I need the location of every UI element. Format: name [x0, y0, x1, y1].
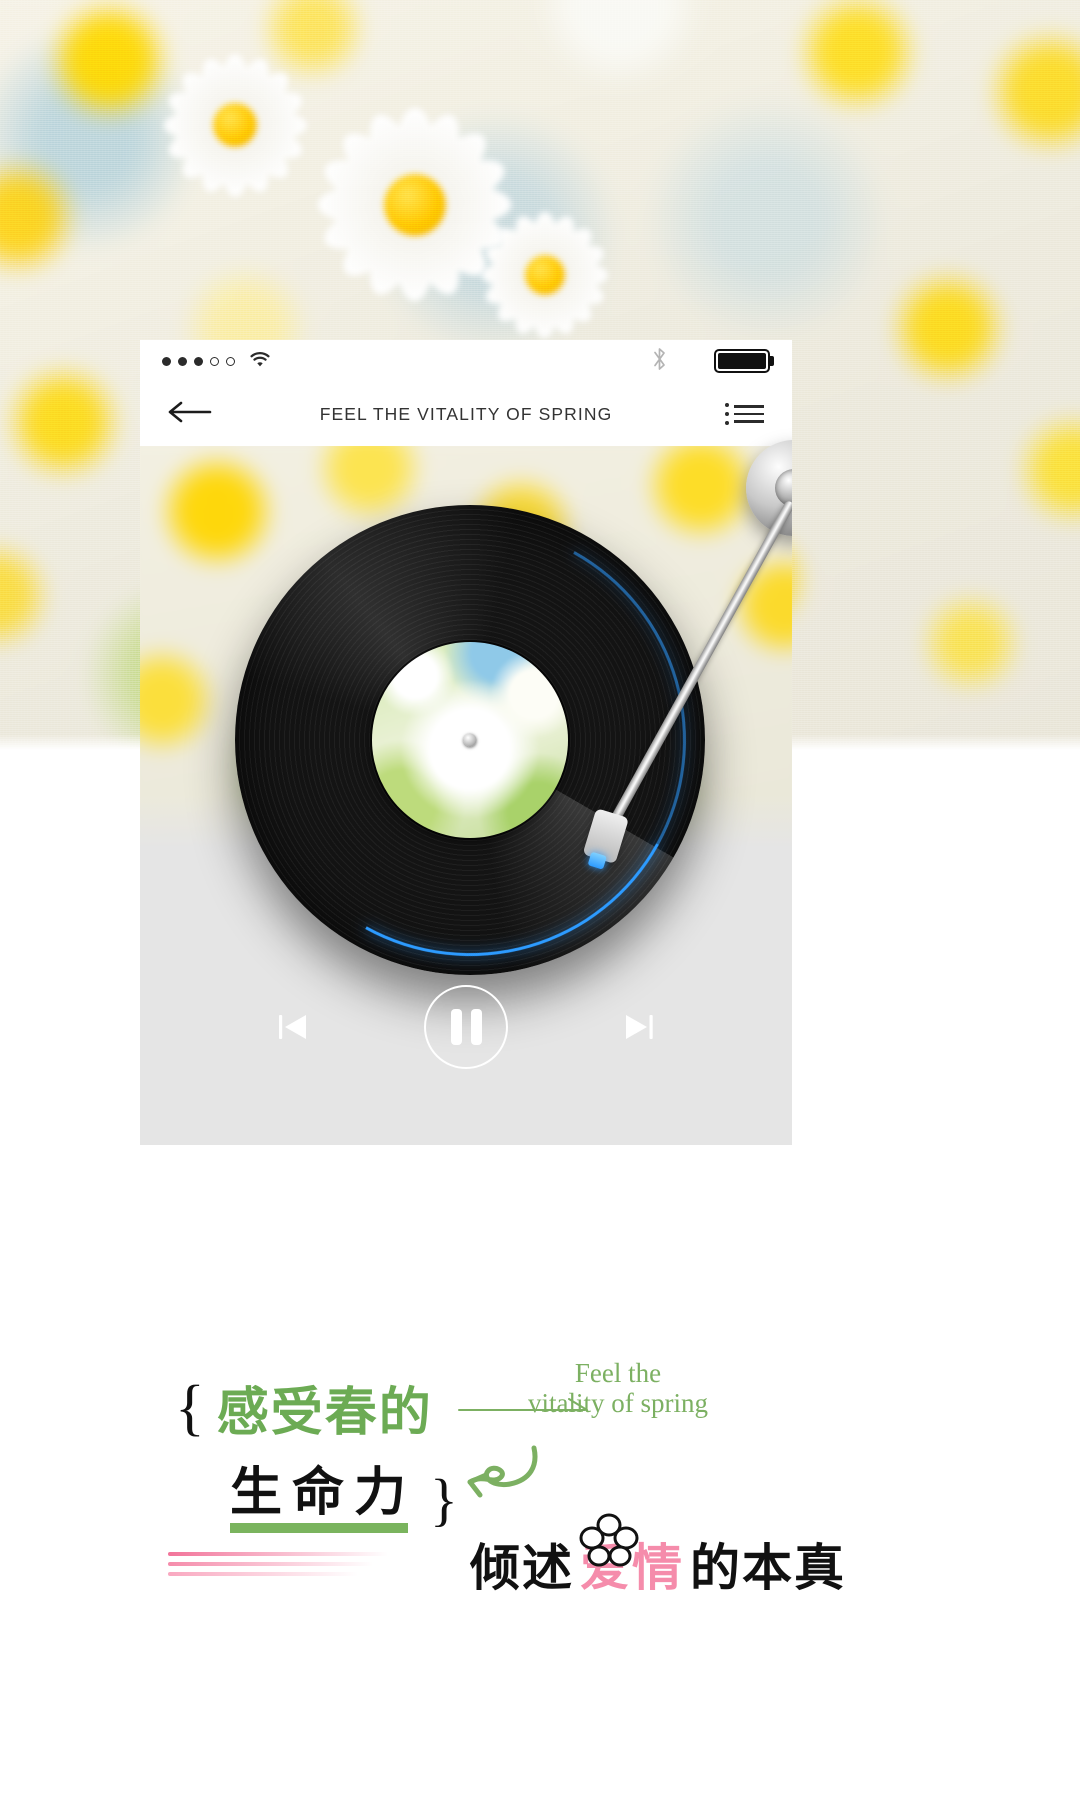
page-title: FEEL THE VITALITY OF SPRING: [319, 403, 613, 424]
tagline-prefix: 倾述: [470, 1539, 574, 1597]
signal-strength-indicator: [162, 356, 235, 366]
play-pause-button[interactable]: [424, 985, 508, 1069]
nav-bar: FEEL THE VITALITY OF SPRING: [140, 382, 792, 446]
script-line-2: vitality of spring: [528, 1388, 708, 1419]
previous-track-button[interactable]: [268, 1003, 316, 1051]
headline-green-text: 感受春的: [216, 1383, 433, 1443]
playback-controls: [140, 985, 792, 1069]
battery-full-icon: [714, 349, 770, 373]
list-menu-icon[interactable]: [725, 403, 764, 425]
phone-mockup: FEEL THE VITALITY OF SPRING: [140, 340, 792, 1145]
pause-bar-right: [470, 1009, 482, 1045]
tagline-suffix: 的本真: [690, 1539, 846, 1597]
headline-black-text: 生命力: [230, 1450, 416, 1533]
headline-line-2: 生命力 }: [230, 1450, 458, 1533]
brace-close: }: [430, 1467, 458, 1532]
brace-open: {: [175, 1373, 205, 1442]
poster-copy-block: { 感受春的 生命力 } Feel the vitality of spring…: [0, 1160, 1080, 1816]
back-arrow-icon[interactable]: [168, 401, 212, 428]
bluetooth-icon: [651, 345, 668, 378]
status-bar: [140, 340, 792, 382]
tagline-row: 倾述 爱情 的本真: [470, 1528, 846, 1600]
tonearm-icon: [582, 440, 792, 940]
pause-bar-left: [450, 1009, 462, 1045]
curly-arrow-left-icon: [465, 1426, 575, 1503]
spindle-icon: [463, 733, 477, 747]
wifi-icon: [248, 350, 272, 373]
script-line-1: Feel the: [574, 1358, 662, 1388]
script-tagline: Feel the vitality of spring: [508, 1358, 728, 1418]
vinyl-record-icon[interactable]: [202, 472, 738, 1008]
next-track-button[interactable]: [616, 1003, 664, 1051]
pink-accent-lines: [168, 1552, 388, 1582]
flower-outline-icon: [578, 1512, 640, 1573]
